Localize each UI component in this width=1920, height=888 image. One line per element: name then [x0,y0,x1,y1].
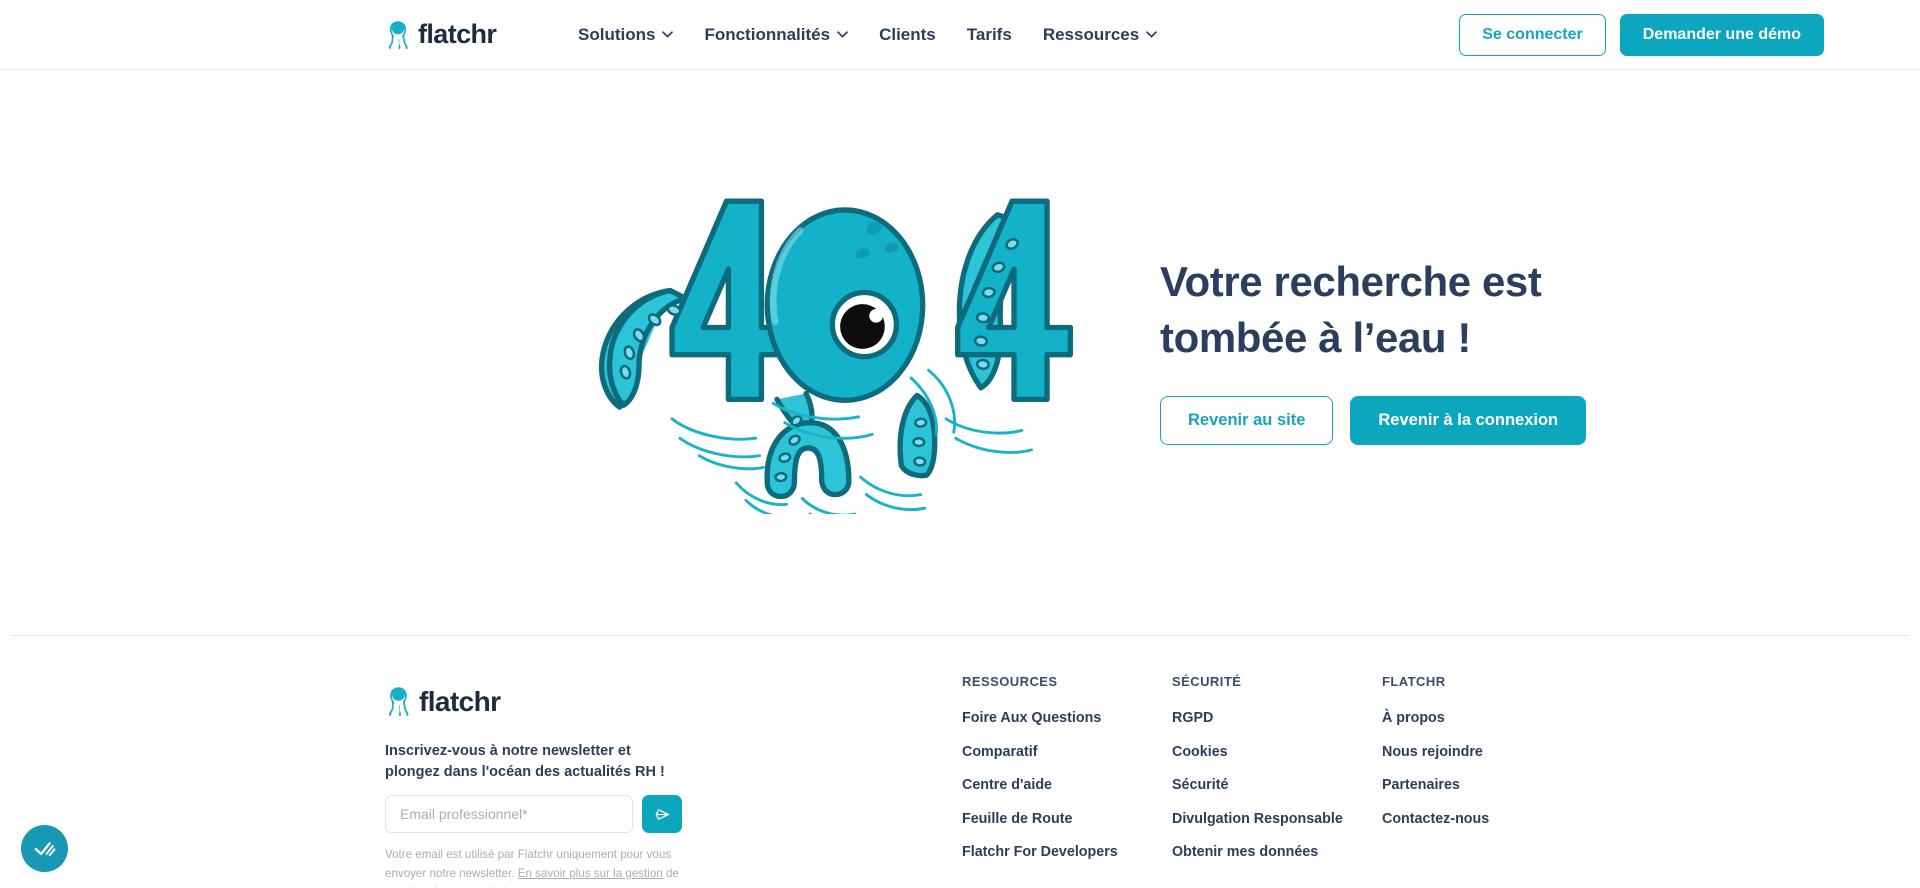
login-button[interactable]: Se connecter [1459,13,1606,56]
brand-name: flatchr [418,19,497,49]
site-footer: flatchr Inscrivez-vous à notre newslette… [0,636,1920,888]
footer-link-securite[interactable]: Sécurité [1172,777,1382,793]
footer-link-columns: RESSOURCES Foire Aux Questions Comparati… [962,674,1489,878]
request-demo-button[interactable]: Demander une démo [1619,13,1824,56]
nav-label: Fonctionnalités [704,24,831,44]
footer-column-ressources: RESSOURCES Foire Aux Questions Comparati… [962,674,1172,878]
chevron-down-icon [1146,31,1158,38]
footer-link-faq[interactable]: Foire Aux Questions [962,710,1172,726]
footer-link-cookies[interactable]: Cookies [1172,744,1382,760]
nav-label: Tarifs [966,24,1012,44]
back-to-login-button[interactable]: Revenir à la connexion [1350,396,1587,445]
footer-column-securite: SÉCURITÉ RGPD Cookies Sécurité Divulgati… [1172,674,1382,878]
footer-column-title: FLATCHR [1382,674,1446,689]
error-message-block: Votre recherche est tombée à l’eau ! Rev… [1160,248,1587,445]
footer-link-contactez-nous[interactable]: Contactez-nous [1382,811,1489,827]
footer-column-title: SÉCURITÉ [1172,674,1242,689]
footer-link-rgpd[interactable]: RGPD [1172,710,1382,726]
footer-link-divulgation[interactable]: Divulgation Responsable [1172,811,1382,827]
nav-item-clients[interactable]: Clients [879,25,936,45]
check-swipe-icon [31,835,58,862]
footer-brand-name: flatchr [419,685,501,717]
nav-label: Clients [879,24,936,44]
footer-link-developers[interactable]: Flatchr For Developers [962,844,1172,860]
footer-link-nous-rejoindre[interactable]: Nous rejoindre [1382,744,1489,760]
page-title: Votre recherche est tombée à l’eau ! [1160,254,1580,365]
octopus-icon [385,686,412,717]
page-title-line-2: tombée à l’eau ! [1160,313,1472,361]
newsletter-email-input[interactable] [385,795,633,834]
newsletter-form [385,795,695,834]
newsletter-headline: Inscrivez-vous à notre newsletter et plo… [385,743,665,780]
send-icon [654,806,671,823]
footer-link-a-propos[interactable]: À propos [1382,710,1489,726]
page-title-line-1: Votre recherche est [1160,258,1542,306]
nav-item-tarifs[interactable]: Tarifs [967,25,1012,45]
chevron-down-icon [837,31,848,38]
back-to-site-button[interactable]: Revenir au site [1160,396,1334,445]
footer-column-flatchr: FLATCHR À propos Nous rejoindre Partenai… [1382,674,1489,878]
newsletter-section: flatchr Inscrivez-vous à notre newslette… [385,686,695,888]
footer-link-obtenir-donnees[interactable]: Obtenir mes données [1172,844,1382,860]
footer-link-partenaires[interactable]: Partenaires [1382,777,1489,793]
footer-link-centre-aide[interactable]: Centre d'aide [962,777,1172,793]
main-navigation: Solutions Fonctionnalités Clients Tarifs… [578,24,1158,45]
nav-item-solutions[interactable]: Solutions [578,24,674,45]
nav-item-fonctionnalites[interactable]: Fonctionnalités [704,25,848,45]
error-actions: Revenir au site Revenir à la connexion [1160,396,1587,445]
404-octopus-illustration [555,174,1100,529]
header-logo[interactable]: flatchr [385,19,497,50]
consent-widget-button[interactable] [21,825,68,872]
nav-label: Ressources [1042,24,1140,44]
footer-logo[interactable]: flatchr [385,686,695,717]
footer-column-title: RESSOURCES [962,674,1058,689]
chevron-down-icon [662,31,674,38]
data-rights-link[interactable]: En savoir plus sur la gestion [518,867,663,880]
octopus-icon [385,20,411,50]
header-actions: Se connecter Demander une démo [1459,13,1824,56]
nav-label: Solutions [578,24,656,44]
error-page-main: Votre recherche est tombée à l’eau ! Rev… [0,70,1920,635]
nav-item-ressources[interactable]: Ressources [1042,24,1158,45]
footer-link-comparatif[interactable]: Comparatif [962,744,1172,760]
newsletter-submit-button[interactable] [642,795,682,834]
site-header: flatchr Solutions Fonctionnalités Client… [0,0,1920,70]
newsletter-legal-text: Votre email est utilisé par Flatchr uniq… [385,846,687,888]
footer-link-feuille-de-route[interactable]: Feuille de Route [962,811,1172,827]
